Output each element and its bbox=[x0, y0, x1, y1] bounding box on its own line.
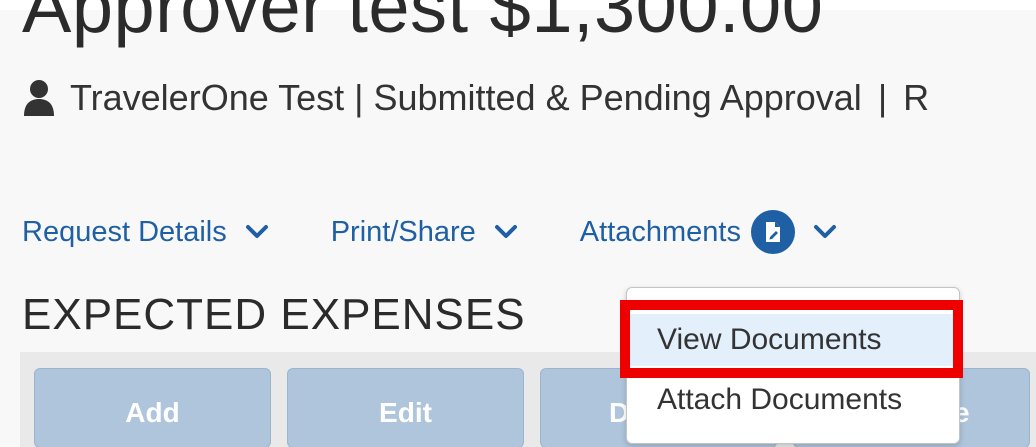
attachments-menu[interactable]: Attachments bbox=[580, 210, 837, 254]
traveler-name: TravelerOne Test bbox=[70, 77, 345, 118]
person-icon bbox=[24, 80, 54, 116]
request-status: Submitted & Pending Approval bbox=[373, 77, 862, 118]
highlight-box bbox=[620, 300, 963, 378]
request-meta: TravelerOne Test | Submitted & Pending A… bbox=[22, 76, 929, 120]
chevron-down-icon bbox=[813, 225, 836, 238]
request-nav: Request Details Print/Share Attachments bbox=[22, 210, 899, 254]
chevron-down-icon bbox=[245, 225, 268, 238]
request-title: Approver test $1,300.00 bbox=[22, 0, 824, 48]
meta-separator: | bbox=[354, 77, 364, 118]
meta-trailing-text: R bbox=[903, 77, 930, 118]
edit-button[interactable]: Edit bbox=[287, 368, 524, 447]
attachment-document-icon bbox=[750, 210, 795, 254]
print-share-menu[interactable]: Print/Share bbox=[331, 216, 518, 249]
request-details-label: Request Details bbox=[22, 215, 227, 248]
add-button[interactable]: Add bbox=[34, 368, 271, 447]
chevron-down-icon bbox=[494, 225, 517, 238]
page: Approver test $1,300.00 TravelerOne Test… bbox=[0, 0, 1036, 447]
document-edit-icon bbox=[765, 222, 780, 242]
attachments-label: Attachments bbox=[579, 215, 741, 248]
request-details-menu[interactable]: Request Details bbox=[22, 216, 269, 249]
attach-documents-item[interactable]: Attach Documents bbox=[627, 374, 959, 426]
meta-separator: | bbox=[877, 77, 888, 118]
print-share-label: Print/Share bbox=[330, 215, 476, 248]
expected-expenses-heading: EXPECTED EXPENSES bbox=[22, 290, 526, 339]
